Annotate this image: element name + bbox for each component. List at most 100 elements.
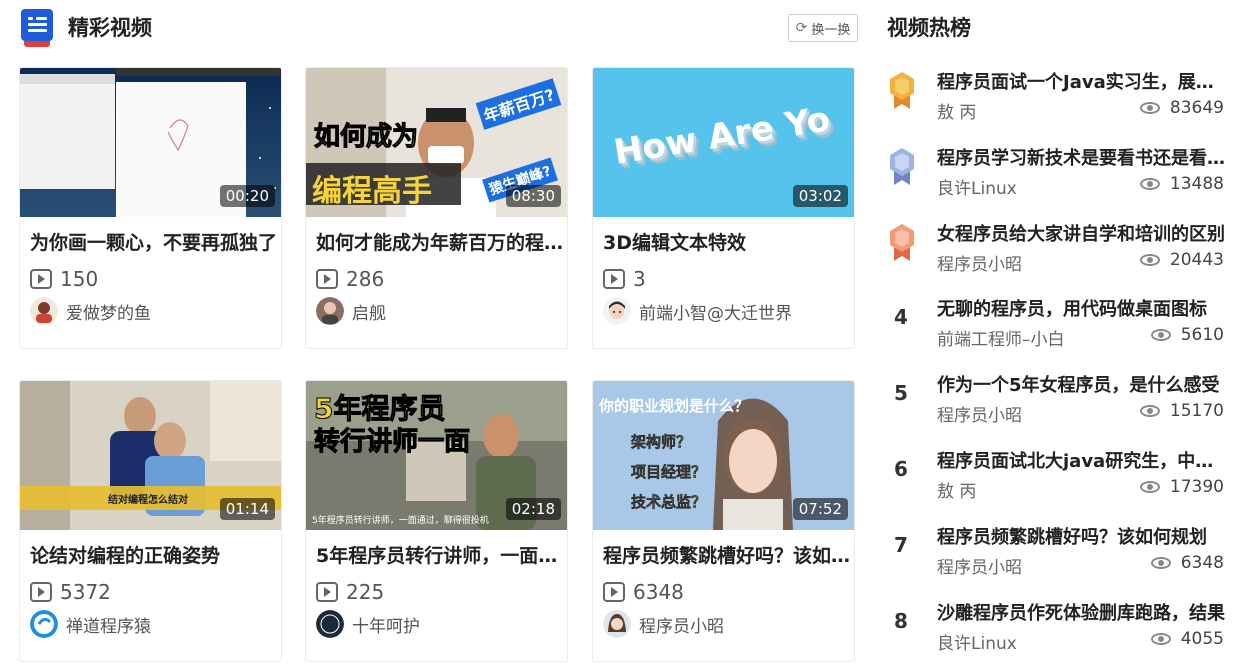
ranking-item-title[interactable]: 程序员面试北大java研究生，中途放弃 xyxy=(937,447,1227,473)
avatar xyxy=(30,610,58,638)
video-thumbnail[interactable]: 00:20 xyxy=(20,68,281,217)
ranking-item-author[interactable]: 敖 丙 xyxy=(937,98,1067,123)
view-count: 150 xyxy=(30,267,98,291)
view-count: 286 xyxy=(316,267,384,291)
thumb-caption: 编程高手 xyxy=(312,174,432,209)
duration-badge: 03:02 xyxy=(792,185,848,207)
rank-number: 5 xyxy=(894,381,908,405)
eye-icon xyxy=(1139,254,1160,266)
eye-icon xyxy=(1139,102,1160,114)
play-icon xyxy=(603,582,625,602)
ranking-item-author[interactable]: 程序员小昭 xyxy=(937,553,1067,578)
author[interactable]: 禅道程序猿 xyxy=(30,610,275,638)
video-title[interactable]: 为你画一颗心，不要再孤独了 xyxy=(30,228,278,255)
ranking-item-title[interactable]: 程序员学习新技术是要看书还是看视频 xyxy=(937,144,1227,170)
rank-number: 6 xyxy=(894,457,908,481)
video-card[interactable]: 如何成为 编程高手 年薪百万? 猿生巅峰? 08:30 如何才能成为年薪百万的程… xyxy=(305,67,568,349)
ranking-item-author[interactable]: 程序员小昭 xyxy=(937,250,1067,275)
swap-button[interactable]: ⟳ 换一换 xyxy=(788,14,858,42)
ranking-item[interactable]: 6 程序员面试北大java研究生，中途放弃 敖 丙 17390 xyxy=(880,447,1230,507)
eye-icon xyxy=(1139,178,1160,190)
ranking-item-author[interactable]: 前端工程师–小白 xyxy=(937,325,1067,350)
video-thumbnail[interactable]: 你的职业规划是什么？ 架构师？ 项目经理？ 技术总监？ 07:52 xyxy=(593,381,854,530)
ranking-item[interactable]: 8 沙雕程序员作死体验删库跑路，结果 良许Linux 4055 xyxy=(880,599,1230,659)
ranking-item[interactable]: 5 作为一个5年女程序员，是什么感受 程序员小昭 15170 xyxy=(880,371,1230,431)
ranking-item[interactable]: 4 无聊的程序员，用代码做桌面图标 前端工程师–小白 5610 xyxy=(880,295,1230,355)
eye-icon xyxy=(1139,481,1160,493)
video-title[interactable]: 如何才能成为年薪百万的程序员 xyxy=(316,228,564,255)
view-count: 13488 xyxy=(1139,174,1224,194)
ranking-item-title[interactable]: 程序员面试一个Java实习生，展示了什么 xyxy=(937,68,1227,94)
video-thumbnail[interactable]: How Are Yo 03:02 xyxy=(593,68,854,217)
ranking-item[interactable]: 程序员面试一个Java实习生，展示了什么 敖 丙 83649 xyxy=(880,68,1230,128)
video-thumbnail[interactable]: 5年程序员 转行讲师一面 5年程序员转行讲师，一面通过，聊得很投机 02:18 xyxy=(306,381,567,530)
thumb-caption: 架构师？ xyxy=(631,433,692,452)
thumb-caption: 如何成为 xyxy=(313,122,419,153)
ranking-item-title[interactable]: 作为一个5年女程序员，是什么感受 xyxy=(937,371,1227,397)
eye-icon xyxy=(1150,633,1171,645)
thumb-caption: How Are Yo xyxy=(611,99,833,173)
video-title[interactable]: 3D编辑文本特效 xyxy=(603,228,851,255)
avatar xyxy=(603,297,631,325)
ranking-item-author[interactable]: 程序员小昭 xyxy=(937,401,1067,426)
video-title[interactable]: 程序员频繁跳槽好吗？该如何规划 xyxy=(603,541,851,568)
video-card[interactable]: 5年程序员 转行讲师一面 5年程序员转行讲师，一面通过，聊得很投机 02:18 … xyxy=(305,380,568,662)
rank-number: 4 xyxy=(894,305,908,329)
author[interactable]: 十年呵护 xyxy=(316,610,561,638)
play-icon xyxy=(603,269,625,289)
ranking-item-title[interactable]: 无聊的程序员，用代码做桌面图标 xyxy=(937,295,1227,321)
video-card[interactable]: 结对编程怎么结对 01:14 论结对编程的正确姿势 5372 禅道程序猿 xyxy=(19,380,282,662)
rank-number: 7 xyxy=(894,533,908,557)
ranking-item[interactable]: 女程序员给大家讲自学和培训的区别 程序员小昭 20443 xyxy=(880,220,1230,280)
thumb-caption: 技术总监？ xyxy=(631,493,707,512)
ranking-item-title[interactable]: 程序员频繁跳槽好吗？该如何规划 xyxy=(937,523,1227,549)
avatar xyxy=(316,610,344,638)
video-thumbnail[interactable]: 结对编程怎么结对 01:14 xyxy=(20,381,281,530)
avatar xyxy=(603,610,631,638)
duration-badge: 07:52 xyxy=(792,498,848,520)
ranking-item-title[interactable]: 沙雕程序员作死体验删库跑路，结果 xyxy=(937,599,1227,625)
author[interactable]: 启舰 xyxy=(316,297,561,325)
view-count: 4055 xyxy=(1150,629,1224,649)
ranking-item[interactable]: 程序员学习新技术是要看书还是看视频 良许Linux 13488 xyxy=(880,144,1230,204)
thumb-caption: 结对编程怎么结对 xyxy=(108,495,188,506)
author[interactable]: 爱做梦的鱼 xyxy=(30,297,275,325)
view-count: 3 xyxy=(603,267,646,291)
section-icon xyxy=(21,9,53,47)
gold-medal-icon xyxy=(890,72,914,109)
duration-badge: 01:14 xyxy=(219,498,275,520)
video-card[interactable]: 00:20 为你画一颗心，不要再孤独了 150 爱做梦的鱼 xyxy=(19,67,282,349)
silver-medal-icon xyxy=(890,148,914,185)
video-card[interactable]: How Are Yo 03:02 3D编辑文本特效 3 前端小智@大迁世界 xyxy=(592,67,855,349)
eye-icon xyxy=(1139,405,1160,417)
video-title[interactable]: 论结对编程的正确姿势 xyxy=(30,541,278,568)
ranking-item-author[interactable]: 良许Linux xyxy=(937,629,1067,654)
thumb-caption: 你的职业规划是什么？ xyxy=(599,397,750,415)
view-count: 5610 xyxy=(1150,325,1224,345)
video-title[interactable]: 5年程序员转行讲师，一面通过 xyxy=(316,541,564,568)
view-count: 225 xyxy=(316,580,384,604)
duration-badge: 08:30 xyxy=(505,185,561,207)
video-card[interactable]: 你的职业规划是什么？ 架构师？ 项目经理？ 技术总监？ 07:52 程序员频繁跳… xyxy=(592,380,855,662)
view-count: 83649 xyxy=(1139,98,1224,118)
section-title: 精彩视频 xyxy=(68,16,152,40)
ranking-item[interactable]: 7 程序员频繁跳槽好吗？该如何规划 程序员小昭 6348 xyxy=(880,523,1230,583)
avatar xyxy=(316,297,344,325)
view-count: 20443 xyxy=(1139,250,1224,270)
ranking-item-author[interactable]: 良许Linux xyxy=(937,174,1067,199)
play-icon xyxy=(30,269,52,289)
view-count: 17390 xyxy=(1139,477,1224,497)
author[interactable]: 程序员小昭 xyxy=(603,610,848,638)
view-count: 6348 xyxy=(1150,553,1224,573)
swap-label: 换一换 xyxy=(811,22,851,38)
video-thumbnail[interactable]: 如何成为 编程高手 年薪百万? 猿生巅峰? 08:30 xyxy=(306,68,567,217)
ranking-item-title[interactable]: 女程序员给大家讲自学和培训的区别 xyxy=(937,220,1227,246)
author[interactable]: 前端小智@大迁世界 xyxy=(603,297,848,325)
bronze-medal-icon xyxy=(890,224,914,261)
ranking-item-author[interactable]: 敖 丙 xyxy=(937,477,1067,502)
duration-badge: 00:20 xyxy=(219,185,275,207)
eye-icon xyxy=(1150,557,1171,569)
avatar xyxy=(30,297,58,325)
play-icon xyxy=(30,582,52,602)
duration-badge: 02:18 xyxy=(505,498,561,520)
